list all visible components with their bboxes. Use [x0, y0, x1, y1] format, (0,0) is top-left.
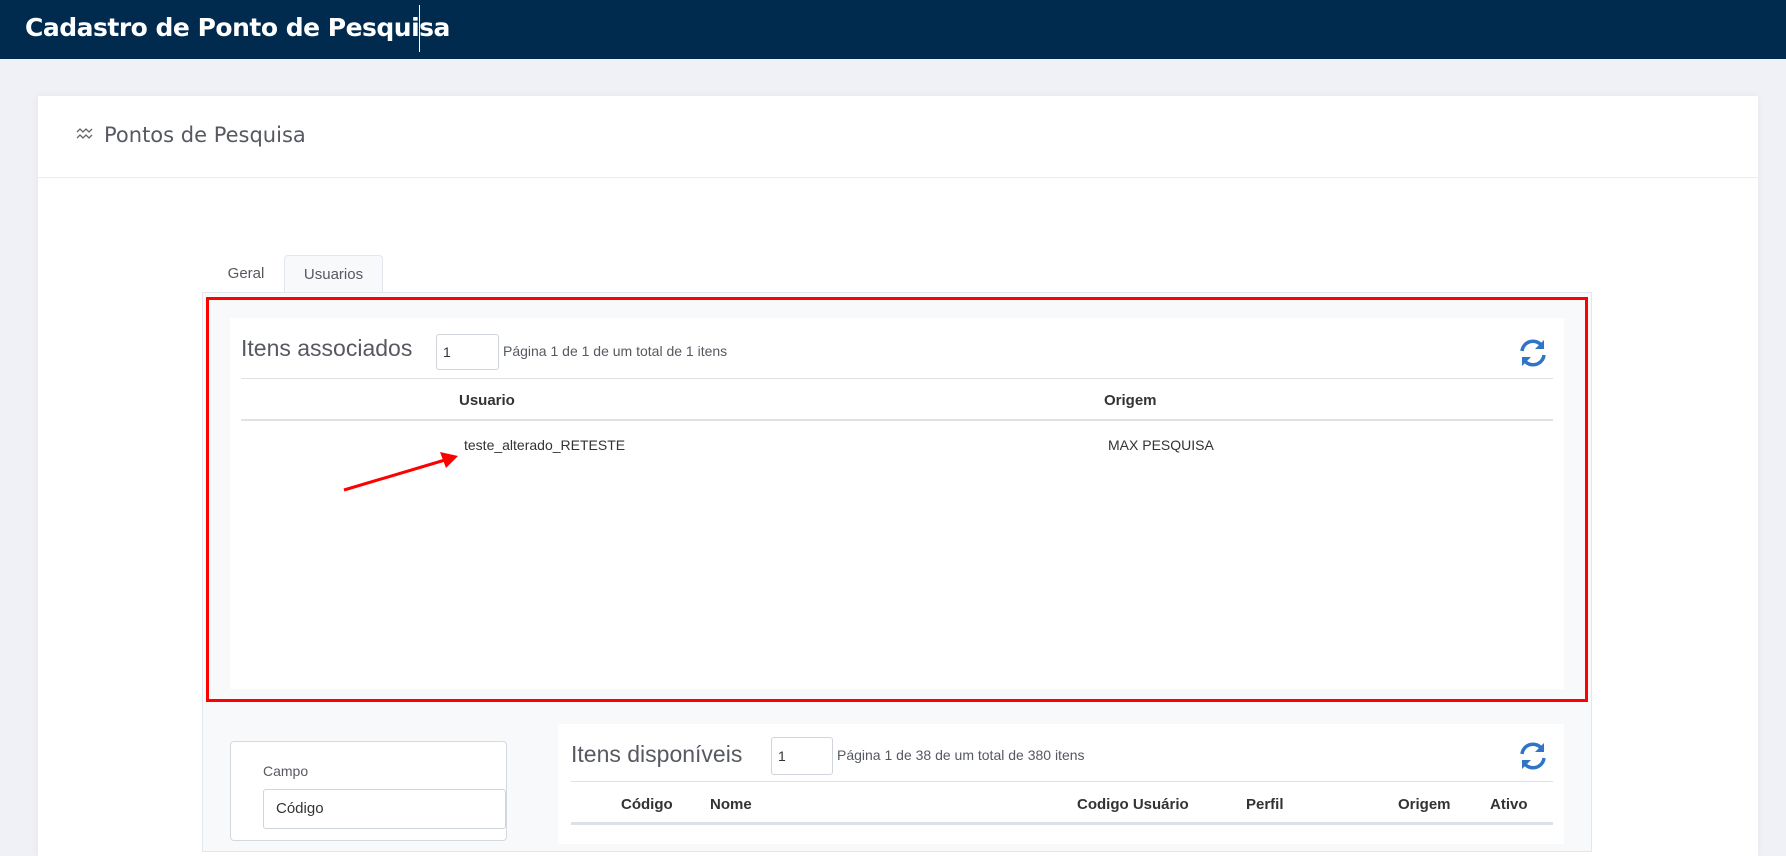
- tab-geral[interactable]: Geral: [215, 255, 277, 292]
- column-header-ativo[interactable]: Ativo: [1490, 796, 1528, 813]
- app-title: Cadastro de Ponto de Pesquisa: [25, 13, 450, 42]
- available-page-input[interactable]: [771, 737, 833, 775]
- column-header-codigo-usuario[interactable]: Codigo Usuário: [1077, 796, 1189, 813]
- tab-usuarios[interactable]: Usuarios: [284, 255, 383, 292]
- filter-label: Campo: [263, 763, 309, 779]
- divider: [571, 781, 1553, 782]
- available-title: Itens disponíveis: [571, 741, 743, 767]
- column-header-nome[interactable]: Nome: [710, 796, 752, 813]
- header-divider: [419, 5, 420, 52]
- column-header-codigo[interactable]: Código: [621, 796, 673, 813]
- chart-wave-icon: [76, 127, 94, 146]
- available-refresh-button[interactable]: [1517, 740, 1549, 772]
- column-header-perfil[interactable]: Perfil: [1246, 796, 1284, 813]
- available-pagination: Página 1 de 38 de um total de 380 itens: [837, 747, 1085, 763]
- column-header-origem[interactable]: Origem: [1398, 796, 1451, 813]
- highlight-box: [206, 297, 1588, 702]
- card-title: Pontos de Pesquisa: [104, 123, 306, 147]
- filter-field-select[interactable]: Código: [263, 789, 506, 829]
- refresh-icon: [1520, 742, 1546, 770]
- divider: [571, 822, 1553, 825]
